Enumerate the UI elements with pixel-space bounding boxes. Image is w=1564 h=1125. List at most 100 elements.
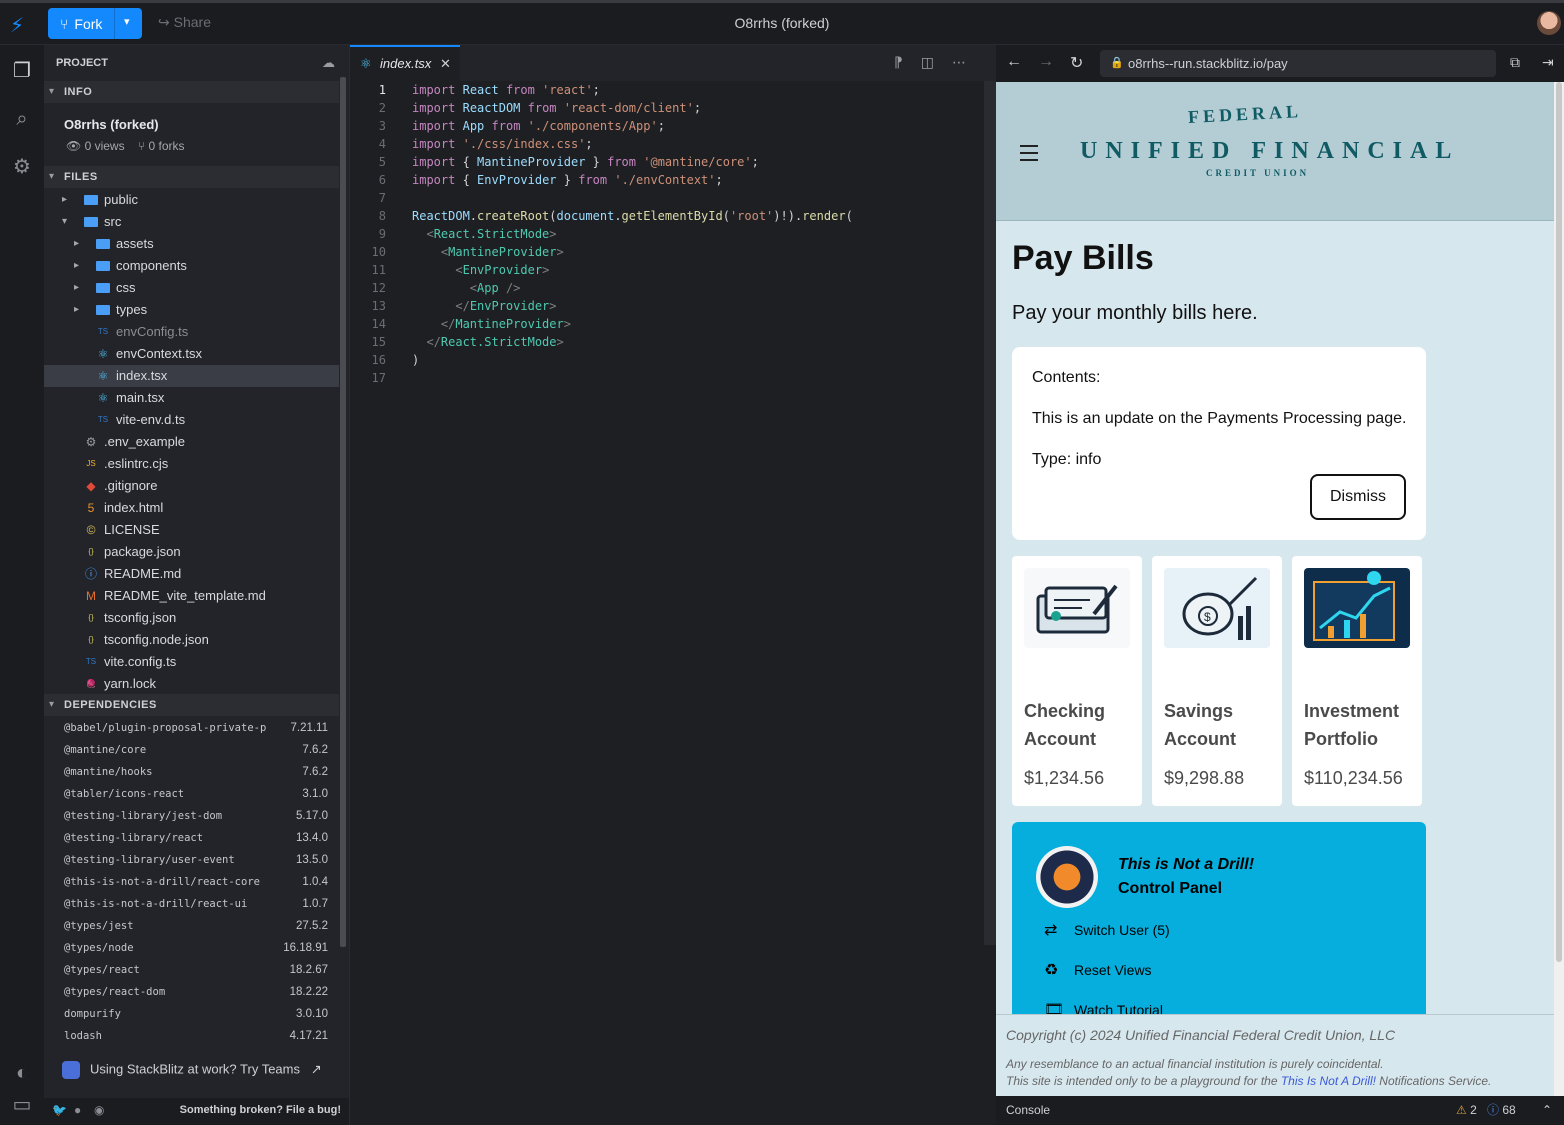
code-line[interactable]: 5 import { MantineProvider } from '@manti… [350,153,980,171]
not-a-drill-link[interactable]: This Is Not A Drill! [1281,1074,1376,1088]
hamburger-menu-icon[interactable] [1020,145,1038,166]
tab-index-tsx[interactable]: ⚛ index.tsx ✕ [350,45,460,81]
file-tree-item[interactable]: ⓘ README.md [44,563,339,585]
file-tree-item[interactable]: 5 index.html [44,497,339,519]
file-tree-item[interactable]: © LICENSE [44,519,339,541]
avatar[interactable] [1537,11,1561,35]
console-bar[interactable]: Console ⚠ 2 ⓘ 68 ⌃ [996,1096,1564,1125]
code-line[interactable]: 8 ReactDOM.createRoot(document.getElement… [350,207,980,225]
sidebar-scrollbar[interactable] [340,77,346,947]
dependency-item[interactable]: dompurify 3.0.10 [44,1003,339,1025]
file-tree-item[interactable]: ▾ src [44,211,339,233]
dependency-item[interactable]: @mantine/hooks 7.6.2 [44,761,339,783]
dependency-item[interactable]: @mantine/core 7.6.2 [44,739,339,761]
chevron-right-icon[interactable]: ▸ [74,299,79,321]
dependency-item[interactable]: lodash 4.17.21 [44,1025,339,1047]
github-icon[interactable]: ● [74,1103,81,1117]
dependency-item[interactable]: @types/jest 27.5.2 [44,915,339,937]
file-tree-item[interactable]: ◆ .gitignore [44,475,339,497]
file-tree-item[interactable]: M README_vite_template.md [44,585,339,607]
chevron-right-icon[interactable]: ▸ [62,189,67,211]
code-line[interactable]: 10 <MantineProvider> [350,243,980,261]
file-tree-item[interactable]: ⚙ .env_example [44,431,339,453]
dependency-item[interactable]: @types/react-dom 18.2.22 [44,981,339,1003]
file-tree-item[interactable]: TS vite-env.d.ts [44,409,339,431]
file-bug-link[interactable]: Something broken? File a bug! [180,1104,341,1116]
file-tree-item[interactable]: ⚛ main.tsx [44,387,339,409]
code-line[interactable]: 16) [350,351,980,369]
back-arrow-icon[interactable]: ← [1006,53,1022,71]
files-section-header[interactable]: ▾ FILES [44,166,339,188]
more-icon[interactable]: ⋯ [952,54,984,70]
panel-layout-icon[interactable]: ▭ [8,1091,36,1119]
dependency-item[interactable]: @testing-library/jest-dom 5.17.0 [44,805,339,827]
file-tree-item[interactable]: {} tsconfig.json [44,607,339,629]
theme-toggle-icon[interactable]: ◐ [8,1059,36,1087]
search-icon[interactable]: ⌕ [8,105,36,133]
collapse-panel-icon[interactable]: ⇥ [1542,54,1554,71]
code-line[interactable]: 14 </MantineProvider> [350,315,980,333]
info-section-header[interactable]: ▾ INFO [44,81,339,103]
dependency-item[interactable]: @testing-library/user-event 13.5.0 [44,849,339,871]
code-line[interactable]: 7 [350,189,980,207]
code-line[interactable]: 12 <App /> [350,279,980,297]
file-tree-item[interactable]: JS .eslintrc.cjs [44,453,339,475]
watch-tutorial-button[interactable]: 🎞 Watch Tutorial [1044,1000,1163,1014]
file-tree-item[interactable]: ▸ assets [44,233,339,255]
code-line[interactable]: 3 import App from './components/App'; [350,117,980,135]
dismiss-button[interactable]: Dismiss [1310,474,1406,520]
dependency-item[interactable]: @this-is-not-a-drill/react-core 1.0.4 [44,871,339,893]
open-new-window-icon[interactable]: ⧉ [1510,54,1520,71]
code-line[interactable]: 9 <React.StrictMode> [350,225,980,243]
code-line[interactable]: 2 import ReactDOM from 'react-dom/client'… [350,99,980,117]
teams-promo-link[interactable]: Using StackBlitz at work? Try Teams ↗ [62,1061,322,1079]
file-tree-item[interactable]: {} package.json [44,541,339,563]
split-view-icon[interactable]: ◫ [921,54,952,70]
refresh-icon[interactable]: ↻ [1070,53,1083,73]
file-tree-item[interactable]: 🧶 yarn.lock [44,673,339,695]
file-tree-item[interactable]: {} tsconfig.node.json [44,629,339,651]
dependency-item[interactable]: @this-is-not-a-drill/react-ui 1.0.7 [44,893,339,915]
chevron-right-icon[interactable]: ▸ [74,277,79,299]
dependency-item[interactable]: @tabler/icons-react 3.1.0 [44,783,339,805]
account-card[interactable]: $ Savings Account $9,298.88 [1152,556,1282,806]
preview-scrollbar[interactable] [1554,82,1564,1096]
reset-views-button[interactable]: ♻ Reset Views [1044,960,1152,980]
file-tree-item[interactable]: ▸ components [44,255,339,277]
forward-arrow-icon[interactable]: → [1038,53,1054,71]
file-tree-item[interactable]: TS vite.config.ts [44,651,339,673]
account-card[interactable]: Investment Portfolio $110,234.56 [1292,556,1422,806]
file-tree-item[interactable]: TS envConfig.ts [44,321,339,343]
dependency-item[interactable]: @babel/plugin-proposal-private-p 7.21.11 [44,717,339,739]
gear-icon[interactable]: ⚙ [8,153,36,181]
file-tree-item[interactable]: ⚛ envContext.tsx [44,343,339,365]
cloud-download-icon[interactable]: ☁ [322,55,335,71]
format-icon[interactable]: ⁋ [894,54,921,70]
editor-scrollbar[interactable] [984,81,996,945]
chevron-down-icon[interactable]: ▾ [62,211,67,233]
chevron-up-icon[interactable]: ⌃ [1542,1096,1552,1125]
dependencies-section-header[interactable]: ▾ DEPENDENCIES [44,694,339,716]
twitter-icon[interactable]: 🐦 [52,1103,67,1117]
preview-scrollbar-thumb[interactable] [1556,82,1562,962]
account-card[interactable]: Checking Account $1,234.56 [1012,556,1142,806]
code-line[interactable]: 15 </React.StrictMode> [350,333,980,351]
code-line[interactable]: 6 import { EnvProvider } from './envConte… [350,171,980,189]
code-line[interactable]: 4 import './css/index.css'; [350,135,980,153]
code-line[interactable]: 13 </EnvProvider> [350,297,980,315]
discord-icon[interactable]: ◉ [94,1103,104,1117]
code-area[interactable]: 1 import React from 'react'; 2 import React… [350,81,980,387]
switch-user-button[interactable]: ⇄ Switch User (5) [1044,920,1170,940]
code-line[interactable]: 1 import React from 'react'; [350,81,980,99]
chevron-right-icon[interactable]: ▸ [74,255,79,277]
file-tree-item[interactable]: ▸ css [44,277,339,299]
file-tree-item[interactable]: ⚛ index.tsx [44,365,339,387]
dependency-item[interactable]: @testing-library/react 13.4.0 [44,827,339,849]
preview-url-bar[interactable]: 🔒 o8rrhs--run.stackblitz.io/pay [1100,50,1496,77]
code-line[interactable]: 17 [350,369,980,387]
dependency-item[interactable]: @types/node 16.18.91 [44,937,339,959]
chevron-right-icon[interactable]: ▸ [74,233,79,255]
close-icon[interactable]: ✕ [440,47,451,81]
files-icon[interactable]: ❐ [8,57,36,85]
dependency-item[interactable]: @types/react 18.2.67 [44,959,339,981]
